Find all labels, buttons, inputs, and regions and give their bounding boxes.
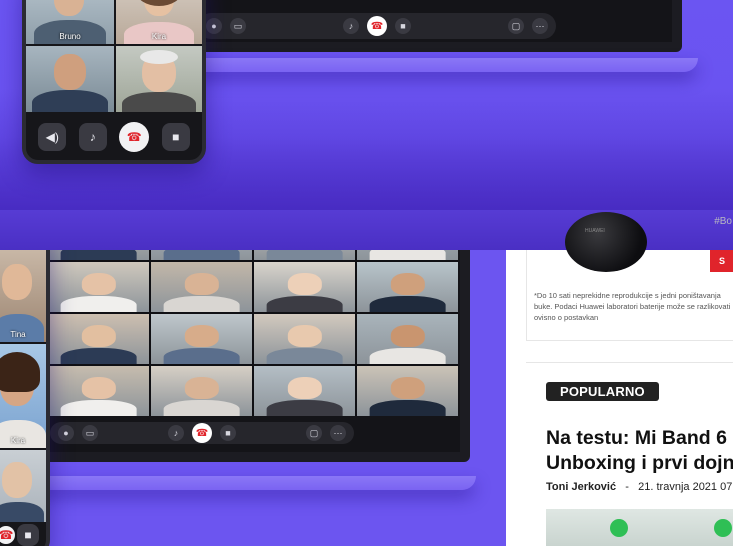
participants-icon[interactable]: ● [206,18,222,34]
phone-top-tile-4 [116,46,202,112]
thumbnail-decor [610,519,628,537]
video-tile [254,262,355,312]
participants-icon[interactable]: ● [58,425,74,441]
participant-face [184,325,219,347]
call-toolbar-top: ● ▭ ♪ ☎ ■ ▢ ⋯ [198,13,556,39]
video-tile [151,366,252,416]
participant-body [60,296,137,312]
participant-face [81,273,116,295]
section-badge[interactable]: POPULARNO [546,382,659,401]
participant-face [81,377,116,399]
ad-tag: S [710,250,733,272]
headline-line-1: Na testu: Mi Band 6 [546,427,727,449]
video-tile [357,366,458,416]
mic-icon[interactable]: ♪ [343,18,359,34]
participant-name: Kira [151,32,167,41]
participant-face [81,325,116,347]
end-call-icon[interactable]: ☎ [192,423,212,443]
ad-hashtag: #Bo [714,216,732,227]
participant-body [163,296,240,312]
video-tile [48,366,149,416]
screen-share-icon[interactable]: ▢ [508,18,524,34]
participant-body [266,296,343,312]
meta-separator: - [625,481,629,493]
participant-body [163,400,240,416]
participant-name: Bruno [59,32,81,41]
phone-bottom-controls: ☎ ■ [0,524,46,546]
participant-face [287,273,322,295]
participant-name: Tina [10,330,26,339]
participant-body [266,400,343,416]
laptop-top-base [184,58,698,72]
participant-body [163,348,240,364]
chat-icon[interactable]: ▭ [82,425,98,441]
end-call-icon[interactable]: ☎ [367,16,387,36]
author-name[interactable]: Toni Jerković [546,481,616,493]
earbud-case-image [565,212,647,272]
end-call-button[interactable]: ☎ [119,122,150,152]
article-thumbnail[interactable] [546,509,733,546]
participant-face [184,377,219,399]
product-brand: HUAWEI [585,228,605,234]
participant-body [266,348,343,364]
article-headline[interactable]: Na testu: Mi Band 6 Unboxing i prvi dojn [546,426,733,476]
article-meta: Toni Jerković - 21. travnja 2021 07: [546,481,733,493]
article-date: 21. travnja 2021 07: [638,481,733,493]
phone-top-tile-3 [26,46,114,112]
end-call-button[interactable]: ☎ [0,526,15,544]
phone-top-tile-1: Bruno [26,0,114,44]
chat-icon[interactable]: ▭ [230,18,246,34]
camera-button[interactable]: ■ [17,524,39,546]
phone-top-controls: ◀) ♪ ☎ ■ [26,122,202,152]
headline-line-2: Unboxing i prvi dojn [546,452,733,474]
participant-body [60,348,137,364]
more-icon[interactable]: ⋯ [532,18,548,34]
participant-face [390,325,425,347]
video-tile [357,262,458,312]
article-column: HUAWEI #Bo S *Do 10 sati neprekidne repr… [506,212,733,546]
phone-top-tile-2: Kira [116,0,202,44]
camera-button[interactable]: ■ [161,123,190,151]
participant-face [390,377,425,399]
participant-body [369,400,446,416]
thumbnail-decor [714,519,732,537]
video-tile [48,262,149,312]
phone-bottom-tile-1: Tina [0,250,46,342]
camera-icon[interactable]: ■ [220,425,236,441]
phone-top: Bruno Kira ◀) ♪ ☎ ■ [22,0,206,164]
video-tile [151,262,252,312]
participant-face [184,273,219,295]
speaker-button[interactable]: ◀) [38,123,67,151]
participant-name: Kira [10,436,26,445]
video-tile [151,314,252,364]
participant-body [369,348,446,364]
call-toolbar-bottom: ● ▭ ♪ ☎ ■ ▢ ⋯ [50,422,354,444]
phone-bottom: Tina Kira ☎ ■ [0,216,50,546]
mic-icon[interactable]: ♪ [168,425,184,441]
phone-bottom-tile-2: Kira [0,344,46,448]
ad-footnote: *Do 10 sati neprekidne reprodukcije s je… [534,291,731,322]
video-tile [254,366,355,416]
participant-body [369,296,446,312]
participant-body [60,400,137,416]
participant-face [390,273,425,295]
more-icon[interactable]: ⋯ [330,425,346,441]
video-tile [357,314,458,364]
mic-button[interactable]: ♪ [78,123,107,151]
participant-face [287,377,322,399]
divider [526,362,733,363]
video-tile [48,314,149,364]
camera-icon[interactable]: ■ [395,18,411,34]
phone-bottom-tile-3 [0,450,46,522]
video-tile [254,314,355,364]
screen-share-icon[interactable]: ▢ [306,425,322,441]
participant-face [287,325,322,347]
laptop-bottom-base [30,476,476,490]
promo-banner-top: ● ▭ ♪ ☎ ■ ▢ ⋯ Bruno Kira ◀) ♪ ☎ ■ [0,0,733,250]
